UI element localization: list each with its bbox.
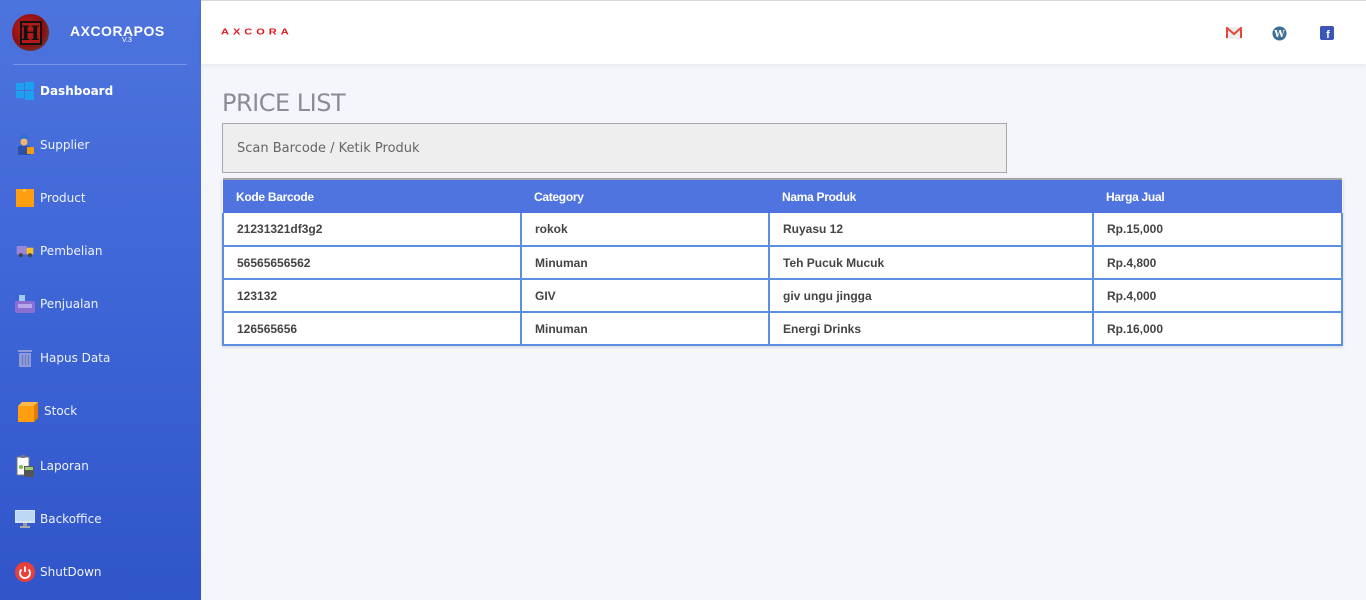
report-calculator-icon xyxy=(15,455,35,477)
sidebar-item-penjualan[interactable]: Penjualan xyxy=(15,291,98,317)
app-logo-letter: H xyxy=(19,20,42,45)
app-version: V.3 xyxy=(122,37,132,44)
cell-kode-barcode: 21231321df3g2 xyxy=(222,213,522,247)
windows-icon xyxy=(15,81,35,101)
sidebar-item-label: Pembelian xyxy=(40,244,103,258)
package-icon xyxy=(15,401,39,422)
sidebar-item-backoffice[interactable]: Backoffice xyxy=(15,506,102,532)
sidebar-item-laporan[interactable]: Laporan xyxy=(15,453,89,479)
trash-icon xyxy=(15,348,35,368)
cell-harga-jual: Rp.15,000 xyxy=(1092,213,1343,247)
svg-text:W: W xyxy=(1273,28,1285,39)
sidebar-item-label: Penjualan xyxy=(40,297,99,311)
supplier-person-icon xyxy=(15,135,35,155)
sidebar-item-label: Backoffice xyxy=(40,512,102,526)
sidebar-item-label: Hapus Data xyxy=(40,351,111,365)
cell-kode-barcode: 126565656 xyxy=(222,311,522,346)
column-header-kode-barcode[interactable]: Kode Barcode xyxy=(223,178,521,213)
sidebar: H AXCORAPOS V.3 Dashboard Supplier Produ… xyxy=(0,0,201,600)
cell-harga-jual: Rp.4,000 xyxy=(1092,278,1343,313)
table-row[interactable]: 56565656562 Minuman Teh Pucuk Mucuk Rp.4… xyxy=(222,245,1343,280)
cell-nama-produk: Energi Drinks xyxy=(768,311,1094,346)
power-icon xyxy=(15,562,35,582)
gmail-icon[interactable] xyxy=(1226,25,1242,41)
sidebar-item-stock[interactable]: Stock xyxy=(15,398,77,424)
svg-text:f: f xyxy=(1326,29,1330,40)
sidebar-item-label: Product xyxy=(40,191,86,205)
top-bar: AXCORA W f xyxy=(201,0,1366,64)
cash-register-icon xyxy=(15,294,35,314)
app-logo: H xyxy=(12,14,49,51)
price-list-table: Kode Barcode Category Nama Produk Harga … xyxy=(222,178,1343,346)
cell-harga-jual: Rp.4,800 xyxy=(1092,245,1343,280)
header-logo[interactable]: AXCORA xyxy=(221,28,293,37)
sidebar-item-label: ShutDown xyxy=(40,565,102,579)
sidebar-item-supplier[interactable]: Supplier xyxy=(15,132,89,158)
cell-nama-produk: Ruyasu 12 xyxy=(768,213,1094,247)
barcode-search-input[interactable] xyxy=(222,123,1007,173)
cell-nama-produk: Teh Pucuk Mucuk xyxy=(768,245,1094,280)
column-header-harga-jual[interactable]: Harga Jual xyxy=(1093,178,1342,213)
page-title: PRICE LIST xyxy=(222,89,346,117)
column-header-category[interactable]: Category xyxy=(521,178,769,213)
delivery-truck-icon xyxy=(15,241,35,261)
sidebar-divider xyxy=(13,64,187,65)
app-name: AXCORAPOS xyxy=(70,23,165,39)
cell-category: Minuman xyxy=(520,245,770,280)
sidebar-item-pembelian[interactable]: Pembelian xyxy=(15,238,103,264)
sidebar-item-label: Laporan xyxy=(40,459,89,473)
facebook-icon[interactable]: f xyxy=(1319,25,1335,41)
table-row[interactable]: 123132 GIV giv ungu jingga Rp.4,000 xyxy=(222,278,1343,313)
wordpress-icon[interactable]: W xyxy=(1271,25,1287,41)
sidebar-item-label: Stock xyxy=(44,404,78,418)
cell-category: Minuman xyxy=(520,311,770,346)
table-row[interactable]: 126565656 Minuman Energi Drinks Rp.16,00… xyxy=(222,311,1343,346)
cell-category: GIV xyxy=(520,278,770,313)
sidebar-item-shutdown[interactable]: ShutDown xyxy=(15,559,102,585)
cell-harga-jual: Rp.16,000 xyxy=(1092,311,1343,346)
sidebar-item-hapus-data[interactable]: Hapus Data xyxy=(15,345,110,371)
cell-kode-barcode: 123132 xyxy=(222,278,522,313)
sidebar-item-label: Supplier xyxy=(40,138,90,152)
sidebar-item-product[interactable]: Product xyxy=(15,185,86,211)
cell-nama-produk: giv ungu jingga xyxy=(768,278,1094,313)
cell-category: rokok xyxy=(520,213,770,247)
table-row[interactable]: 21231321df3g2 rokok Ruyasu 12 Rp.15,000 xyxy=(222,213,1343,247)
cell-kode-barcode: 56565656562 xyxy=(222,245,522,280)
column-header-nama-produk[interactable]: Nama Produk xyxy=(769,178,1093,213)
monitor-icon xyxy=(15,509,35,529)
sidebar-item-dashboard[interactable]: Dashboard xyxy=(15,78,113,104)
table-header-row: Kode Barcode Category Nama Produk Harga … xyxy=(223,178,1342,213)
sidebar-item-label: Dashboard xyxy=(40,84,114,98)
brand[interactable]: H AXCORAPOS V.3 xyxy=(12,14,190,54)
box-icon xyxy=(15,188,35,208)
